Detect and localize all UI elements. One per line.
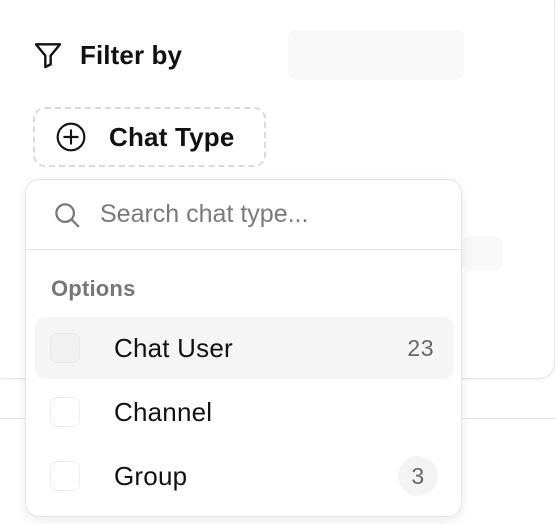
chat-type-label: Chat Type (109, 121, 235, 152)
checkbox[interactable] (50, 333, 80, 363)
chat-type-filter-button[interactable]: Chat Type (33, 107, 266, 167)
option-channel[interactable]: Channel (35, 381, 454, 443)
checkbox[interactable] (50, 461, 80, 491)
option-label: Channel (114, 396, 213, 427)
placeholder-block (462, 236, 502, 270)
search-icon (52, 200, 82, 230)
search-input[interactable] (100, 200, 420, 229)
option-count: 23 (407, 334, 434, 361)
options-group-label: Options (51, 276, 136, 301)
option-label: Group (114, 460, 188, 491)
checkbox[interactable] (50, 397, 80, 427)
page: Filter by Chat Type Options (0, 0, 556, 524)
filter-title: Filter by (80, 39, 183, 70)
search-row (26, 180, 461, 250)
placeholder-block (288, 30, 464, 80)
option-group[interactable]: Group 3 (35, 445, 454, 507)
option-label: Chat User (114, 332, 233, 363)
plus-circle-icon (55, 121, 87, 153)
filter-header: Filter by (32, 36, 182, 74)
funnel-icon (32, 39, 64, 71)
option-count-badge: 3 (398, 456, 438, 496)
option-chat-user[interactable]: Chat User 23 (35, 317, 454, 379)
chat-type-dropdown: Options Chat User 23 Channel Group 3 (25, 179, 462, 517)
